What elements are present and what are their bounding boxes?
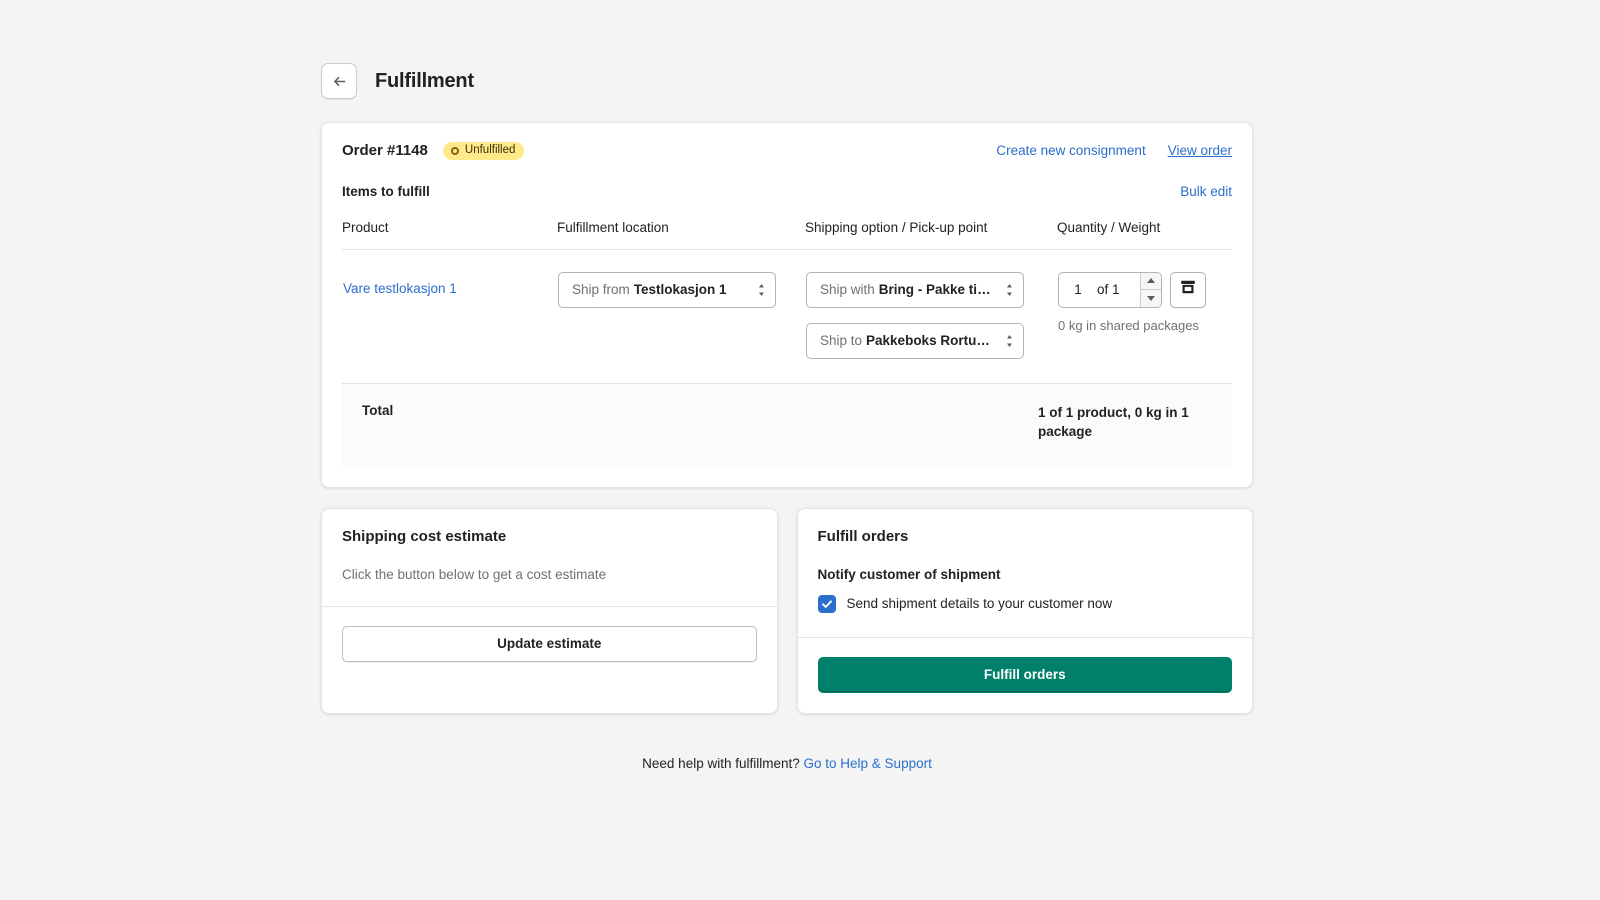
table-header-row: Product Fulfillment location Shipping op… bbox=[342, 219, 1232, 250]
shipping-option-prefix: Ship with bbox=[820, 282, 875, 297]
quantity-decrement-button[interactable] bbox=[1141, 290, 1161, 307]
quantity-stepper-buttons bbox=[1140, 272, 1161, 307]
back-button[interactable] bbox=[321, 63, 357, 99]
total-value: 1 of 1 product, 0 kg in 1 package bbox=[1038, 404, 1189, 440]
quantity-controls: of 1 bbox=[1058, 271, 1231, 308]
view-order-link[interactable]: View order bbox=[1168, 143, 1232, 158]
shipping-cost-estimate-card: Shipping cost estimate Click the button … bbox=[321, 507, 778, 714]
page-title: Fulfillment bbox=[375, 69, 474, 92]
create-new-consignment-link[interactable]: Create new consignment bbox=[996, 143, 1145, 158]
shipping-estimate-description: Click the button below to get a cost est… bbox=[342, 566, 607, 582]
cell-shipping-option: Ship with Bring - Pakke til h... Ship to… bbox=[805, 249, 1057, 383]
shipping-estimate-footer: Update estimate bbox=[322, 605, 777, 682]
help-text: Need help with fulfillment? bbox=[642, 755, 800, 771]
status-badge: Unfulfilled bbox=[442, 142, 525, 160]
cell-fulfillment-location: Ship from Testlokasjon 1 bbox=[557, 249, 805, 383]
fulfill-orders-card: Fulfill orders Notify customer of shipme… bbox=[796, 507, 1253, 714]
circle-outline-icon bbox=[450, 146, 459, 155]
order-number: Order #1148 bbox=[342, 142, 428, 160]
pickup-point-select[interactable]: Ship to Pakkeboks Rortunet... bbox=[806, 322, 1024, 359]
order-header-links: Create new consignment View order bbox=[996, 143, 1232, 158]
select-spacer bbox=[806, 308, 1056, 323]
fulfillment-table: Product Fulfillment location Shipping op… bbox=[342, 219, 1232, 383]
fulfillment-page: Fulfillment Order #1148 Unfulfilled Crea… bbox=[0, 0, 1600, 900]
order-card: Order #1148 Unfulfilled Create new consi… bbox=[321, 122, 1253, 488]
fulfill-orders-button[interactable]: Fulfill orders bbox=[817, 656, 1232, 693]
items-to-fulfill-title: Items to fulfill bbox=[342, 183, 430, 199]
order-header-row: Order #1148 Unfulfilled Create new consi… bbox=[342, 142, 1232, 160]
quantity-stepper[interactable]: of 1 bbox=[1058, 271, 1162, 308]
shipping-estimate-body: Shipping cost estimate Click the button … bbox=[322, 509, 777, 606]
bulk-edit-link[interactable]: Bulk edit bbox=[1180, 184, 1232, 199]
check-icon bbox=[821, 598, 833, 610]
cell-quantity-weight: of 1 bbox=[1057, 249, 1232, 383]
total-label: Total bbox=[362, 402, 394, 418]
product-link[interactable]: Vare testlokasjon 1 bbox=[343, 281, 457, 296]
table-body: Vare testlokasjon 1 Ship from Testlokasj… bbox=[342, 249, 1232, 383]
total-row: Total 1 of 1 product, 0 kg in 1 package bbox=[342, 382, 1232, 467]
content-wrapper: Fulfillment Order #1148 Unfulfilled Crea… bbox=[321, 63, 1253, 771]
status-badge-label: Unfulfilled bbox=[464, 144, 516, 156]
fulfillment-location-prefix: Ship from bbox=[572, 282, 630, 297]
fulfill-orders-footer: Fulfill orders bbox=[797, 636, 1252, 713]
chevron-updown-icon bbox=[1005, 282, 1014, 298]
quantity-input[interactable] bbox=[1059, 272, 1097, 307]
fulfillment-location-select[interactable]: Ship from Testlokasjon 1 bbox=[558, 271, 776, 308]
send-shipment-details-label: Send shipment details to your customer n… bbox=[846, 596, 1113, 612]
package-settings-button[interactable] bbox=[1170, 271, 1206, 308]
items-header-row: Items to fulfill Bulk edit bbox=[342, 184, 1232, 199]
chevron-updown-icon bbox=[1005, 333, 1014, 349]
shipping-estimate-title: Shipping cost estimate bbox=[342, 527, 507, 545]
page-header: Fulfillment bbox=[321, 63, 1253, 99]
table-head: Product Fulfillment location Shipping op… bbox=[342, 219, 1232, 250]
column-header-quantity-weight: Quantity / Weight bbox=[1057, 219, 1232, 250]
notify-customer-label: Notify customer of shipment bbox=[817, 566, 1001, 582]
send-shipment-details-checkbox-row[interactable]: Send shipment details to your customer n… bbox=[817, 594, 1233, 613]
column-header-fulfillment-location: Fulfillment location bbox=[557, 219, 805, 250]
fulfillment-location-value: Testlokasjon 1 bbox=[633, 282, 727, 297]
column-header-product: Product bbox=[342, 219, 557, 250]
arrow-left-icon bbox=[331, 73, 348, 90]
column-header-shipping-option: Shipping option / Pick-up point bbox=[805, 219, 1057, 250]
order-card-body: Order #1148 Unfulfilled Create new consi… bbox=[322, 123, 1252, 383]
send-shipment-details-checkbox[interactable] bbox=[817, 594, 836, 613]
fulfill-orders-title: Fulfill orders bbox=[817, 527, 909, 545]
chevron-updown-icon bbox=[757, 282, 766, 298]
pickup-point-value: Pakkeboks Rortunet... bbox=[866, 333, 993, 348]
table-row: Vare testlokasjon 1 Ship from Testlokasj… bbox=[342, 249, 1232, 383]
shipping-option-value: Bring - Pakke til h... bbox=[878, 282, 993, 297]
package-box-icon bbox=[1179, 278, 1197, 301]
help-support-link[interactable]: Go to Help & Support bbox=[804, 756, 932, 771]
weight-note: 0 kg in shared packages bbox=[1058, 317, 1199, 333]
cell-product: Vare testlokasjon 1 bbox=[342, 249, 557, 383]
update-estimate-button[interactable]: Update estimate bbox=[342, 625, 757, 662]
bottom-cards-row: Shipping cost estimate Click the button … bbox=[321, 507, 1253, 714]
pickup-point-prefix: Ship to bbox=[820, 333, 863, 348]
help-footer: Need help with fulfillment? Go to Help &… bbox=[321, 756, 1253, 771]
quantity-of-label: of 1 bbox=[1097, 282, 1120, 297]
shipping-option-select[interactable]: Ship with Bring - Pakke til h... bbox=[806, 271, 1024, 308]
quantity-increment-button[interactable] bbox=[1141, 272, 1161, 290]
fulfill-orders-body: Fulfill orders Notify customer of shipme… bbox=[798, 509, 1253, 637]
